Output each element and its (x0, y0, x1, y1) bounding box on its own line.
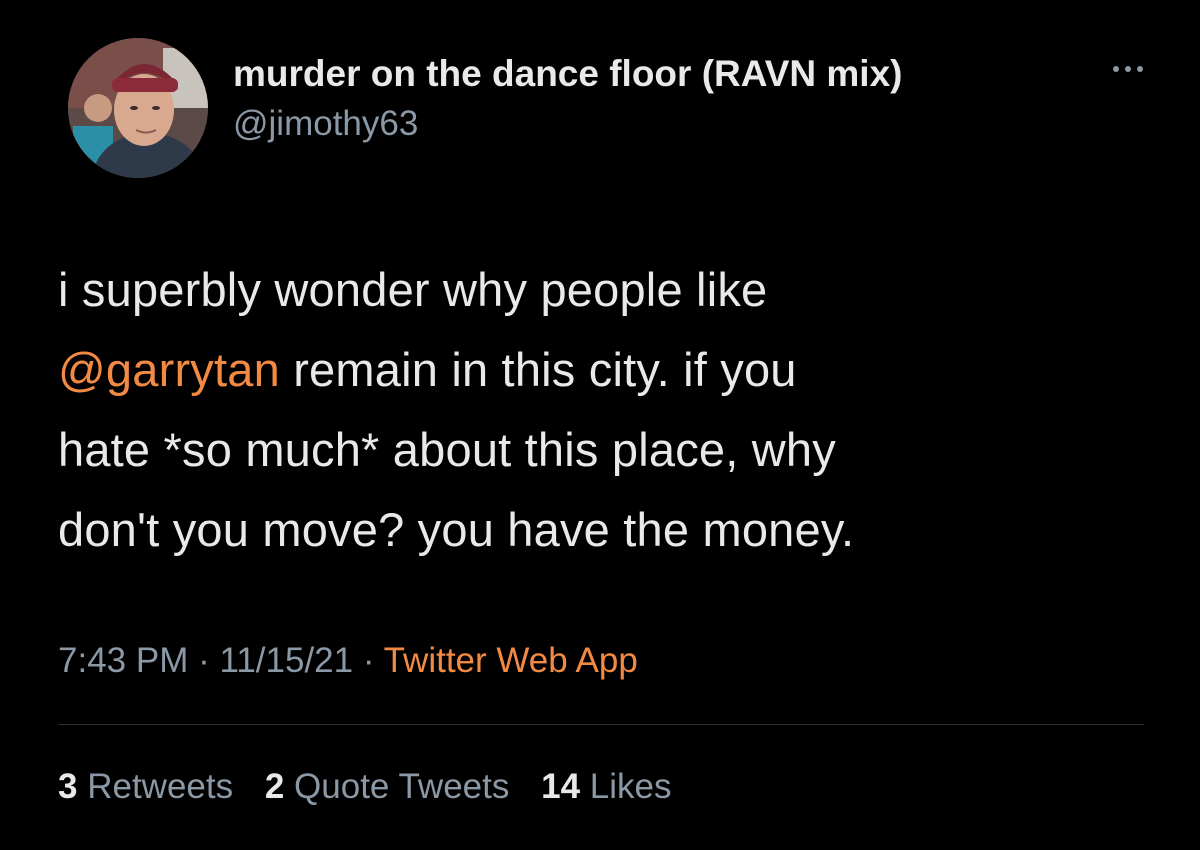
meta-separator: · (353, 641, 384, 680)
likes-count: 14 (541, 767, 581, 806)
avatar[interactable] (68, 38, 208, 178)
tweet-text: i superbly wonder why people like @garry… (58, 250, 1148, 570)
author-display-name[interactable]: murder on the dance floor (RAVN mix) (233, 52, 903, 96)
tweet-text-line: @garrytan remain in this city. if you (58, 330, 1148, 410)
retweets-stat[interactable]: 3 Retweets (58, 762, 233, 812)
divider (58, 724, 1144, 725)
tweet-header: murder on the dance floor (RAVN mix) @ji… (68, 38, 1148, 178)
quote-tweets-count: 2 (264, 767, 285, 806)
avatar-image (68, 38, 208, 178)
tweet-stats: 3 Retweets 2 Quote Tweets 14 Likes (58, 762, 694, 812)
tweet-date[interactable]: 11/15/21 (219, 641, 353, 680)
tweet-text-line: don't you move? you have the money. (58, 503, 855, 556)
tweet: murder on the dance floor (RAVN mix) @ji… (0, 0, 1200, 850)
quote-tweets-label: Quote Tweets (294, 767, 510, 806)
retweets-count: 3 (58, 767, 78, 806)
more-dots-icon[interactable] (1108, 62, 1148, 76)
likes-label: Likes (589, 767, 672, 806)
quote-tweets-stat[interactable]: 2 Quote Tweets (265, 762, 510, 812)
author-names: murder on the dance floor (RAVN mix) @ji… (233, 52, 903, 146)
tweet-text-line: i superbly wonder why people like (58, 263, 768, 316)
tweet-text-fragment: remain in this city. if you (279, 343, 797, 396)
mention-link[interactable]: @garrytan (58, 343, 280, 396)
tweet-source-link[interactable]: Twitter Web App (384, 641, 638, 680)
tweet-text-line: hate *so much* about this place, why (58, 423, 836, 476)
meta-separator: · (188, 641, 220, 680)
retweets-label: Retweets (87, 767, 234, 806)
tweet-time[interactable]: 7:43 PM (58, 641, 188, 680)
likes-stat[interactable]: 14 Likes (541, 762, 671, 812)
author-handle[interactable]: @jimothy63 (233, 102, 903, 146)
tweet-meta: 7:43 PM · 11/15/21 · Twitter Web App (58, 636, 638, 686)
